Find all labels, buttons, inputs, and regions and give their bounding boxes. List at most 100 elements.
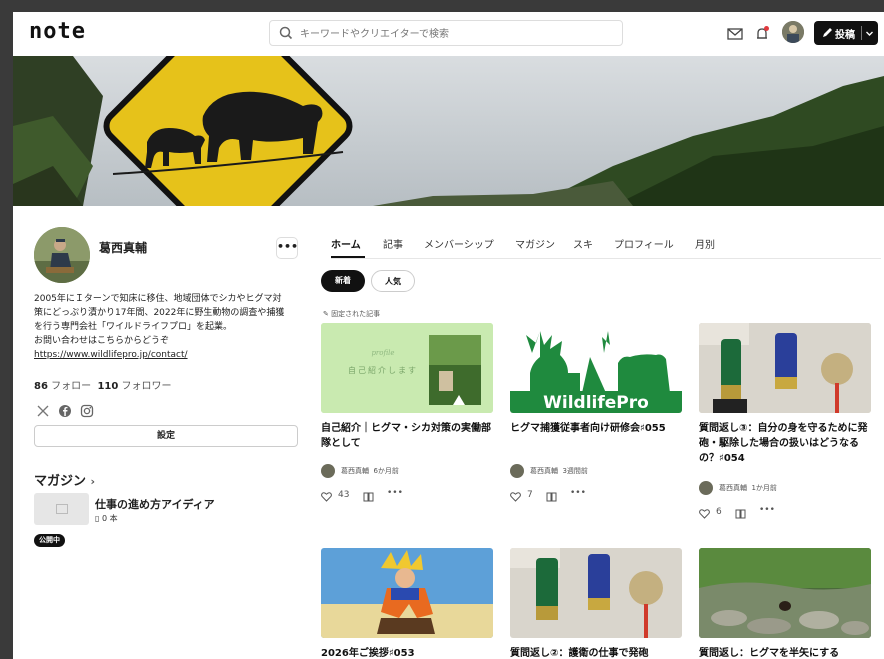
article-title[interactable]: 2026年ご挨拶♯053 <box>321 646 495 659</box>
header-banner-image <box>13 56 884 206</box>
article-author-time: 葛西真輔 3週間前 <box>530 466 588 476</box>
top-header: note 投稿 <box>13 12 884 56</box>
like-count: 43 <box>338 490 350 500</box>
author-avatar[interactable] <box>510 464 524 478</box>
image-placeholder-icon <box>56 504 68 514</box>
article-author[interactable]: 葛西真輔 <box>341 467 369 475</box>
published-badge: 公開中 <box>34 534 65 547</box>
profile-name: 葛西真輔 <box>99 241 148 255</box>
more-icon[interactable]: ••• <box>387 488 403 498</box>
post-button-label: 投稿 <box>835 30 855 41</box>
user-avatar[interactable] <box>782 21 804 43</box>
magazine-add-icon[interactable] <box>363 491 374 502</box>
magazine-count-text: 0 本 <box>101 514 118 523</box>
follow-count[interactable]: 86 <box>34 381 48 392</box>
pinned-label-text: 固定された記事 <box>331 310 381 318</box>
like-count: 7 <box>527 490 533 500</box>
bio-line: 策にどっぷり漬かり17年間、2022年に野生動物の調査や捕獲 <box>34 308 285 318</box>
article-author-time: 葛西真輔 1か月前 <box>719 483 777 493</box>
search-icon <box>279 26 293 40</box>
more-options-button[interactable]: ••• <box>276 237 298 259</box>
article-thumbnail[interactable] <box>699 548 871 638</box>
note-logo[interactable]: note <box>29 19 86 44</box>
article-meta: 葛西真輔 6か月前 <box>321 464 493 478</box>
more-icon[interactable]: ••• <box>759 505 775 515</box>
mail-icon[interactable] <box>726 25 744 43</box>
article-author-time: 葛西真輔 6か月前 <box>341 466 399 476</box>
x-icon[interactable] <box>36 404 50 418</box>
chevron-down-icon[interactable] <box>865 29 874 38</box>
article-author[interactable]: 葛西真輔 <box>530 467 558 475</box>
thumb-brand-text: WildlifePro <box>543 393 649 413</box>
author-avatar[interactable] <box>321 464 335 478</box>
facebook-icon[interactable] <box>58 404 72 418</box>
tab-monthly[interactable]: 月別 <box>695 236 715 251</box>
pin-icon: ✎ <box>323 310 329 318</box>
notification-dot <box>764 26 769 31</box>
bio-line: を行う専門会社「ワイルドライフプロ」を起業。 <box>34 322 233 332</box>
magazine-heading-label: マガジン <box>34 474 87 489</box>
article-meta: 葛西真輔 1か月前 <box>699 481 871 495</box>
bell-icon[interactable] <box>753 25 771 43</box>
article-thumbnail[interactable]: WildlifePro <box>510 323 682 413</box>
article-thumbnail[interactable] <box>510 548 682 638</box>
follower-label[interactable]: フォロワー <box>122 381 172 392</box>
article-actions: 43 ••• <box>321 488 493 504</box>
profile-avatar[interactable] <box>34 227 90 283</box>
magazine-thumbnail[interactable] <box>34 493 89 525</box>
article-meta: 葛西真輔 3週間前 <box>510 464 682 478</box>
post-button[interactable]: 投稿 <box>814 21 878 45</box>
follower-count[interactable]: 110 <box>97 381 118 392</box>
heart-icon[interactable] <box>699 508 710 519</box>
article-title[interactable]: 質問返し③：自分の身を守るために発砲・駆除した場合の扱いはどうなるの？♯054 <box>699 421 873 466</box>
note-profile-page: note 投稿 <box>13 12 884 659</box>
article-title[interactable]: 質問返し②：護衛の仕事で発砲 <box>510 646 684 659</box>
article-title[interactable]: 自己紹介｜ヒグマ・シカ対策の実働部隊として <box>321 421 495 451</box>
bio-line: お問い合わせはこちらからどうぞ <box>34 336 170 346</box>
article-time: 3週間前 <box>562 467 588 475</box>
pinned-label: ✎ 固定された記事 <box>323 309 380 319</box>
follow-label[interactable]: フォロー <box>51 381 91 392</box>
window-frame: note 投稿 <box>0 0 884 659</box>
post-button-divider <box>861 26 862 40</box>
profile-bio: 2005年にＩターンで知床に移住、地域団体でシカやヒグマ対 策にどっぷり漬かり1… <box>34 292 304 362</box>
magazine-count: ▯ 0 本 <box>95 513 118 524</box>
tab-membership[interactable]: メンバーシップ <box>424 236 494 251</box>
magazine-add-icon[interactable] <box>735 508 746 519</box>
contact-link[interactable]: https://www.wildlifepro.jp/contact/ <box>34 350 188 360</box>
article-time: 1か月前 <box>751 484 777 492</box>
filter-new-button[interactable]: 新着 <box>321 270 365 292</box>
thumb-caption-text: 自己紹介します <box>348 365 418 375</box>
bio-line: 2005年にＩターンで知床に移住、地域団体でシカやヒグマ対 <box>34 294 282 304</box>
book-icon: ▯ <box>95 514 100 523</box>
instagram-icon[interactable] <box>80 404 94 418</box>
article-thumbnail[interactable] <box>321 548 493 638</box>
article-actions: 6 ••• <box>699 505 871 521</box>
settings-button[interactable]: 設定 <box>34 425 298 447</box>
article-title[interactable]: ヒグマ捕獲従事者向け研修会♯055 <box>510 421 684 436</box>
article-title[interactable]: 質問返し：ヒグマを半矢にする <box>699 646 873 659</box>
magazine-add-icon[interactable] <box>546 491 557 502</box>
filter-popular-button[interactable]: 人気 <box>371 270 415 292</box>
tab-magazine[interactable]: マガジン <box>515 236 555 251</box>
search-box[interactable] <box>269 20 623 46</box>
tab-profile[interactable]: プロフィール <box>614 236 674 251</box>
author-avatar[interactable] <box>699 481 713 495</box>
tab-home[interactable]: ホーム <box>331 236 361 251</box>
chevron-right-icon: › <box>90 475 96 488</box>
search-input[interactable] <box>298 24 602 44</box>
more-icon[interactable]: ••• <box>570 488 586 498</box>
tab-articles[interactable]: 記事 <box>383 236 403 251</box>
like-count: 6 <box>716 507 722 517</box>
article-thumbnail[interactable] <box>699 323 871 413</box>
article-thumbnail[interactable]: profile 自己紹介します <box>321 323 493 413</box>
article-time: 6か月前 <box>373 467 399 475</box>
heart-icon[interactable] <box>510 491 521 502</box>
article-actions: 7 ••• <box>510 488 682 504</box>
heart-icon[interactable] <box>321 491 332 502</box>
tab-likes[interactable]: スキ <box>573 236 593 251</box>
magazine-title[interactable]: 仕事の進め方アイディア <box>95 496 215 512</box>
article-author[interactable]: 葛西真輔 <box>719 484 747 492</box>
pen-icon <box>823 28 832 37</box>
magazine-heading[interactable]: マガジン › <box>34 470 95 489</box>
